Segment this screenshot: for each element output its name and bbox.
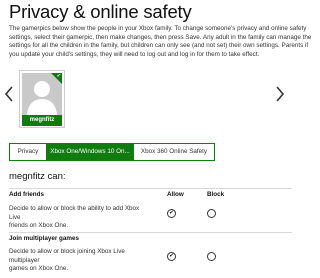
checkmark-icon: ✔ bbox=[169, 252, 174, 259]
divider bbox=[9, 188, 292, 189]
description-line: Decide to allow or block the ability to … bbox=[9, 205, 140, 221]
tab-xbox-360-online-safety[interactable]: Xbox 360 Online Safety bbox=[134, 143, 215, 161]
chevron-left-icon[interactable] bbox=[4, 86, 14, 102]
description-line: settings for all the children in the fam… bbox=[9, 42, 309, 50]
setting-title-join-multiplayer: Join multiplayer games bbox=[9, 235, 79, 242]
description-line: Decide to allow or block joining Xbox Li… bbox=[9, 248, 125, 264]
page-description: The gamerpics below show the people in y… bbox=[9, 25, 312, 59]
family-member-carousel: ✔ megnfitz bbox=[0, 66, 300, 130]
join-multiplayer-block-radio[interactable] bbox=[207, 252, 216, 261]
setting-title-add-friends: Add friends bbox=[9, 191, 44, 198]
join-multiplayer-allow-radio[interactable]: ✔ bbox=[167, 252, 176, 261]
add-friends-block-radio[interactable] bbox=[207, 209, 216, 218]
chevron-right-icon[interactable] bbox=[275, 86, 285, 102]
divider bbox=[9, 232, 292, 233]
page-title: Privacy & online safety bbox=[9, 1, 192, 22]
description-line: settings, select their gamerpic, then ma… bbox=[9, 33, 312, 41]
allow-column-header: Allow bbox=[167, 191, 184, 198]
setting-description-join-multiplayer: Decide to allow or block joining Xbox Li… bbox=[9, 248, 149, 274]
checkmark-icon: ✔ bbox=[56, 73, 61, 79]
family-member-card[interactable]: ✔ megnfitz bbox=[19, 70, 65, 128]
checkmark-icon: ✔ bbox=[169, 209, 174, 216]
add-friends-allow-radio[interactable]: ✔ bbox=[167, 209, 176, 218]
gamertag-label: megnfitz bbox=[22, 115, 62, 126]
tab-privacy[interactable]: Privacy bbox=[9, 143, 47, 161]
description-line: friends on Xbox One. bbox=[9, 222, 69, 229]
settings-tabs: Privacy Xbox One/Windows 10 On... Xbox 3… bbox=[9, 143, 215, 161]
description-line: games on Xbox One. bbox=[9, 265, 69, 272]
block-column-header: Block bbox=[207, 191, 225, 198]
description-line: you update your child's settings, they w… bbox=[9, 50, 260, 58]
description-line: The gamerpics below show the people in y… bbox=[9, 25, 307, 32]
section-heading: megnfitz can: bbox=[9, 171, 66, 182]
avatar: ✔ bbox=[22, 73, 62, 115]
tab-xbox-one-windows-10[interactable]: Xbox One/Windows 10 On... bbox=[47, 143, 134, 161]
setting-description-add-friends: Decide to allow or block the ability to … bbox=[9, 205, 149, 231]
